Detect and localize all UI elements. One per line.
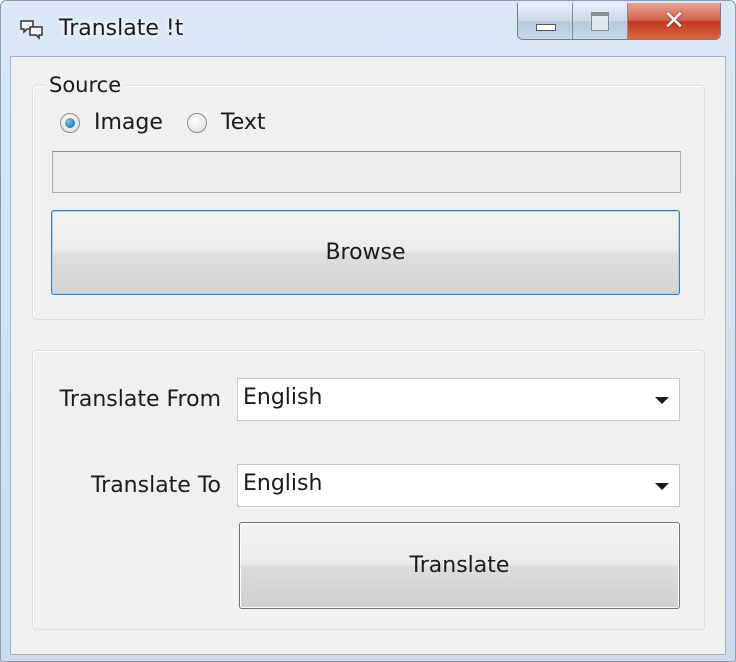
dialog-client-area: Source Image Text Browse Translate From … [10, 56, 726, 655]
translate-to-dropdown[interactable]: English [237, 464, 680, 507]
translate-app-icon [20, 20, 43, 40]
radio-text-button[interactable] [187, 112, 207, 133]
radio-text-label: Text [221, 110, 266, 135]
radio-text[interactable]: Text [187, 110, 266, 135]
source-group: Source Image Text Browse [32, 72, 705, 320]
chevron-down-icon [655, 397, 669, 404]
translate-to-label: Translate To [90, 473, 221, 498]
translate-from-dropdown[interactable]: English [237, 378, 680, 421]
app-window: Translate !t ✕ Source Image Text Browse … [0, 0, 736, 662]
close-icon: ✕ [663, 6, 685, 36]
chevron-down-icon [655, 483, 669, 490]
radio-image[interactable]: Image [60, 110, 163, 135]
maximize-icon [591, 12, 609, 31]
minimize-button[interactable] [518, 3, 573, 39]
title-bar[interactable]: Translate !t ✕ [1, 1, 735, 57]
translate-from-value: English [243, 385, 323, 410]
close-button[interactable]: ✕ [628, 3, 720, 39]
minimize-icon [536, 24, 556, 31]
source-group-title: Source [45, 72, 126, 98]
radio-image-button[interactable] [60, 112, 80, 133]
translate-from-label: Translate From [59, 387, 221, 412]
caption-buttons: ✕ [517, 3, 721, 40]
radio-image-label: Image [94, 110, 163, 135]
browse-button[interactable]: Browse [51, 210, 680, 295]
maximize-button[interactable] [573, 3, 628, 39]
translate-to-value: English [243, 471, 323, 496]
window-title: Translate !t [59, 16, 184, 41]
translate-button[interactable]: Translate [239, 522, 680, 609]
source-path-field[interactable] [52, 151, 681, 193]
